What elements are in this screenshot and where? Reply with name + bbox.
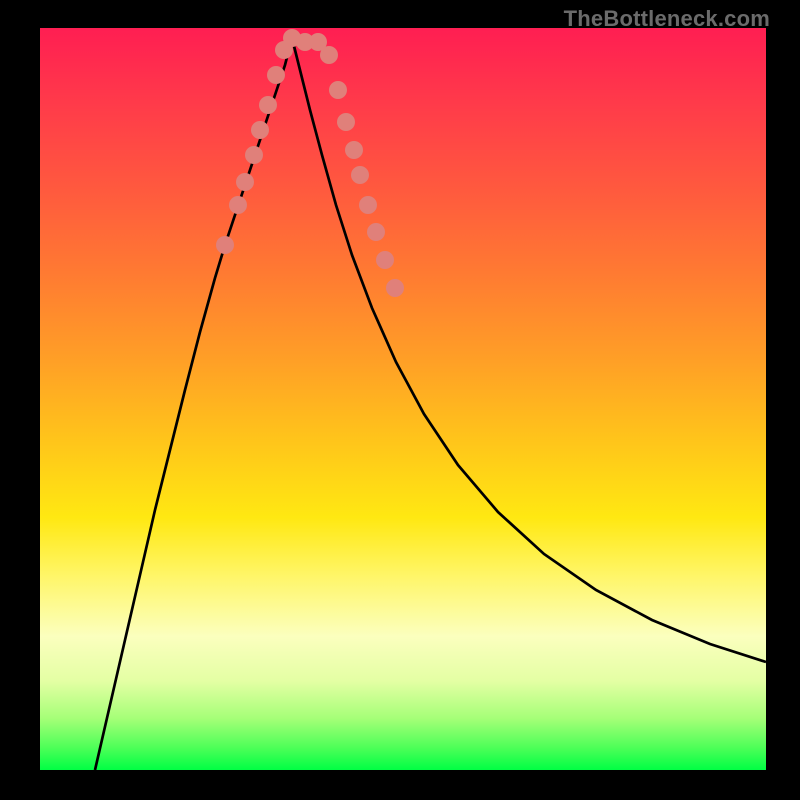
highlight-dot xyxy=(376,251,394,269)
highlight-dot xyxy=(267,66,285,84)
highlight-dot xyxy=(367,223,385,241)
highlight-dot xyxy=(251,121,269,139)
highlight-dot xyxy=(329,81,347,99)
chart-frame: TheBottleneck.com xyxy=(0,0,800,800)
highlight-dot xyxy=(216,236,234,254)
highlight-dot xyxy=(236,173,254,191)
highlight-dot xyxy=(345,141,363,159)
highlight-dot xyxy=(245,146,263,164)
highlight-dot xyxy=(386,279,404,297)
highlight-dot xyxy=(359,196,377,214)
plot-area xyxy=(40,28,766,770)
highlight-dot xyxy=(351,166,369,184)
curves-svg xyxy=(40,28,766,770)
highlight-dot xyxy=(337,113,355,131)
right-curve xyxy=(292,38,766,662)
highlight-dots xyxy=(216,29,404,297)
highlight-dot xyxy=(259,96,277,114)
watermark-text: TheBottleneck.com xyxy=(564,6,770,32)
highlight-dot xyxy=(320,46,338,64)
highlight-dot xyxy=(229,196,247,214)
left-curve xyxy=(95,38,292,770)
